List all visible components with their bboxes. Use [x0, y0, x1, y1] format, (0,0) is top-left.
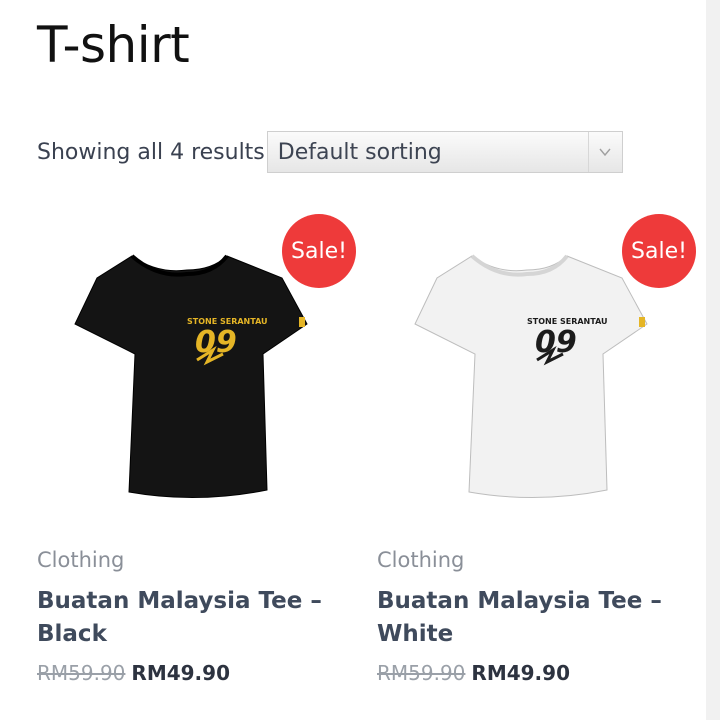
shop-page: T-shirt Showing all 4 results Default so…	[0, 0, 706, 720]
sale-price: RM49.90	[471, 661, 570, 685]
product-card[interactable]: STONE SERANTAU 09 Sale! Clothing Buatan …	[37, 212, 357, 712]
regular-price: RM59.90	[377, 661, 466, 685]
sleeve-tag	[299, 317, 305, 327]
regular-price: RM59.90	[37, 661, 126, 685]
product-image[interactable]: STONE SERANTAU 09 Sale!	[37, 212, 357, 512]
product-image[interactable]: STONE SERANTAU 09 Sale!	[377, 212, 697, 512]
sorting-selected-value: Default sorting	[277, 139, 442, 165]
product-price: RM59.90 RM49.90	[37, 661, 230, 685]
shop-toolbar: Showing all 4 results Default sorting	[37, 131, 623, 173]
sale-badge: Sale!	[622, 214, 696, 288]
product-title-link[interactable]: Buatan Malaysia Tee – Black	[37, 585, 357, 651]
result-count: Showing all 4 results	[37, 139, 265, 165]
sale-price: RM49.90	[131, 661, 230, 685]
chevron-down-icon[interactable]	[587, 132, 622, 172]
product-price: RM59.90 RM49.90	[377, 661, 570, 685]
sleeve-tag	[639, 317, 645, 327]
sorting-select[interactable]: Default sorting	[266, 131, 623, 173]
tshirt-body	[74, 255, 308, 498]
tshirt-body	[414, 255, 648, 498]
svg-text:09: 09	[535, 325, 577, 360]
page-title: T-shirt	[37, 16, 190, 74]
product-category-link[interactable]: Clothing	[37, 548, 124, 572]
svg-text:09: 09	[195, 325, 237, 360]
product-category-link[interactable]: Clothing	[377, 548, 464, 572]
product-card[interactable]: STONE SERANTAU 09 Sale! Clothing Buatan …	[377, 212, 697, 712]
page-edge	[706, 0, 720, 720]
product-title-link[interactable]: Buatan Malaysia Tee – White	[377, 585, 697, 651]
sale-badge: Sale!	[282, 214, 356, 288]
